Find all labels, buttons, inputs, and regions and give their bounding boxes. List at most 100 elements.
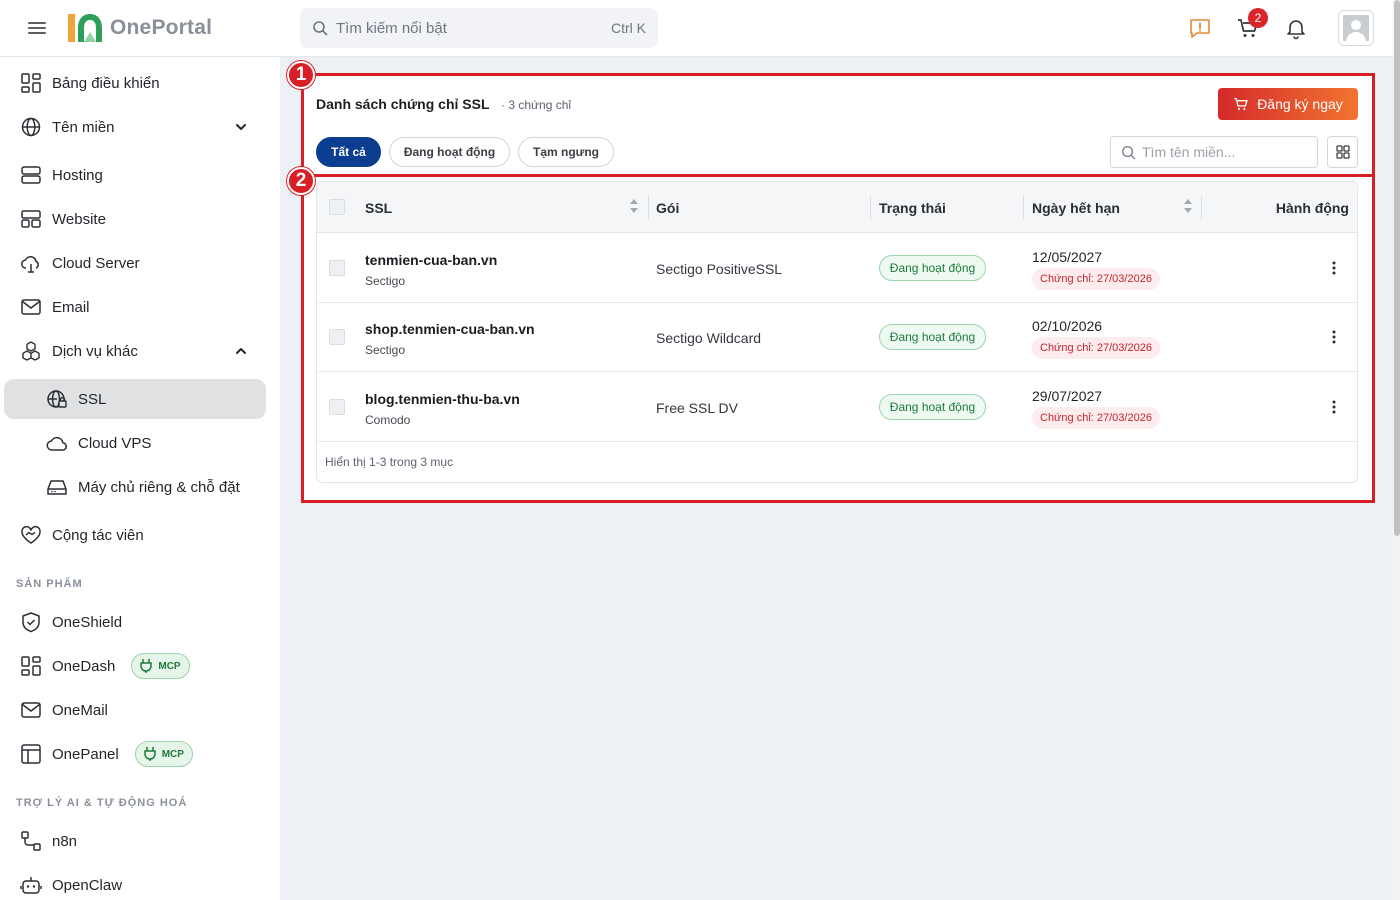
sidebar-item-oneshield[interactable]: OneShield: [4, 602, 266, 642]
column-header-ssl[interactable]: SSL: [365, 200, 392, 216]
bell-icon[interactable]: [1284, 16, 1308, 40]
website-icon: [21, 210, 41, 228]
more-actions-icon[interactable]: [1329, 260, 1339, 276]
ssl-plan: Sectigo Wildcard: [656, 330, 762, 346]
ssl-vendor: Comodo: [365, 413, 411, 427]
globe-icon: [21, 117, 41, 137]
grid-view-button[interactable]: [1327, 136, 1358, 168]
boxes-icon: [22, 341, 40, 361]
table-row[interactable]: blog.tenmien-thu-ba.vn Comodo Free SSL D…: [317, 372, 1357, 442]
menu-icon[interactable]: [26, 17, 48, 39]
sidebar-item-dashboard[interactable]: Bảng điều khiển: [4, 63, 266, 103]
products-section-heading: SẢN PHẨM: [16, 578, 83, 590]
mcp-badge-label: MCP: [158, 660, 181, 672]
ssl-domain[interactable]: shop.tenmien-cua-ban.vn: [365, 321, 535, 337]
status-badge: Đang hoạt động: [879, 324, 986, 350]
sort-icon[interactable]: [1183, 198, 1193, 214]
annotation-marker-2: 2: [287, 167, 315, 195]
column-header-expiry[interactable]: Ngày hết hạn: [1032, 200, 1120, 216]
sidebar-item-website[interactable]: Website: [4, 199, 266, 239]
page-scrollbar-thumb[interactable]: [1394, 0, 1400, 536]
sidebar-item-onemail[interactable]: OneMail: [4, 690, 266, 730]
more-actions-icon[interactable]: [1329, 329, 1339, 345]
ssl-domain[interactable]: blog.tenmien-thu-ba.vn: [365, 391, 520, 407]
logo-mark-icon: [68, 14, 102, 42]
ssl-vendor: Sectigo: [365, 343, 406, 357]
hard-drive-icon: [47, 480, 67, 495]
feedback-icon[interactable]: [1188, 16, 1212, 40]
sidebar: Bảng điều khiển Tên miền Hosting Website…: [0, 57, 280, 900]
sidebar-item-cloud-vps[interactable]: Cloud VPS: [4, 423, 266, 463]
global-search-input[interactable]: [336, 19, 611, 37]
dashboard-icon: [21, 656, 41, 676]
sidebar-item-label: Hosting: [52, 166, 103, 184]
avatar[interactable]: [1338, 10, 1374, 46]
sidebar-item-label: Website: [52, 210, 106, 228]
table-row[interactable]: shop.tenmien-cua-ban.vn Sectigo Sectigo …: [317, 302, 1357, 372]
column-divider: [648, 195, 649, 220]
app-name: OnePortal: [110, 16, 213, 39]
table-row[interactable]: tenmien-cua-ban.vn Sectigo Sectigo Posit…: [317, 233, 1357, 303]
sidebar-item-label: Tên miền: [52, 118, 115, 136]
sidebar-item-label: Email: [52, 298, 90, 316]
sort-icon[interactable]: [629, 198, 639, 214]
app-logo[interactable]: OnePortal: [64, 10, 212, 46]
sidebar-item-label: Máy chủ riêng & chỗ đặt: [78, 478, 240, 496]
select-all-checkbox[interactable]: [329, 199, 345, 215]
sidebar-item-collaborator[interactable]: Cộng tác viên: [4, 515, 266, 555]
sidebar-item-domains[interactable]: Tên miền: [4, 107, 266, 147]
certificate-count: · 3 chứng chỉ: [501, 98, 572, 112]
filter-suspended-tab[interactable]: Tạm ngưng: [518, 137, 614, 167]
sidebar-item-email[interactable]: Email: [4, 287, 266, 327]
register-now-button[interactable]: Đăng ký ngay: [1218, 88, 1358, 120]
status-badge: Đang hoạt động: [879, 255, 986, 281]
sidebar-item-label: Cloud VPS: [78, 434, 152, 452]
column-divider: [1201, 195, 1202, 220]
column-divider: [870, 195, 871, 220]
cart-count-badge: 2: [1248, 8, 1268, 28]
filter-active-tab[interactable]: Đang hoạt động: [389, 137, 510, 167]
sidebar-item-onedash[interactable]: OneDash MCP: [4, 646, 266, 686]
expiry-date: 02/10/2026: [1032, 318, 1103, 334]
column-divider: [1023, 195, 1024, 220]
sidebar-item-onepanel[interactable]: OnePanel MCP: [4, 734, 266, 774]
sidebar-item-openclaw[interactable]: OpenClaw: [4, 865, 266, 900]
sidebar-item-other-services[interactable]: Dịch vụ khác: [4, 331, 266, 371]
row-checkbox[interactable]: [329, 399, 345, 415]
certificate-date-tag: Chứng chỉ: 27/03/2026: [1032, 268, 1160, 290]
table-header: SSL Gói Trạng thái Ngày hết hạn Hành độn…: [317, 182, 1357, 233]
sidebar-item-dedicated-server[interactable]: Máy chủ riêng & chỗ đặt: [4, 467, 266, 507]
dashboard-icon: [21, 73, 41, 93]
column-header-status: Trạng thái: [879, 200, 946, 216]
search-icon: [313, 21, 328, 36]
sidebar-item-label: OnePanel: [52, 745, 119, 763]
filter-all-tab[interactable]: Tất cả: [316, 137, 381, 167]
sidebar-item-label: Cloud Server: [52, 254, 140, 272]
search-shortcut: Ctrl K: [611, 20, 646, 36]
row-checkbox[interactable]: [329, 260, 345, 276]
sidebar-item-ssl[interactable]: SSL: [4, 379, 266, 419]
mcp-badge: MCP: [131, 653, 190, 679]
more-actions-icon[interactable]: [1329, 399, 1339, 415]
shield-icon: [22, 612, 40, 633]
chevron-down-icon[interactable]: [234, 120, 248, 134]
sidebar-item-hosting[interactable]: Hosting: [4, 155, 266, 195]
workflow-icon: [21, 831, 41, 851]
global-search[interactable]: Ctrl K: [300, 8, 658, 48]
sidebar-item-cloud-server[interactable]: Cloud Server: [4, 243, 266, 283]
sidebar-item-n8n[interactable]: n8n: [4, 821, 266, 861]
grid-icon: [1335, 145, 1350, 159]
mail-icon: [21, 299, 41, 315]
certificate-date-tag: Chứng chỉ: 27/03/2026: [1032, 337, 1160, 359]
domain-search-input[interactable]: [1142, 144, 1302, 160]
row-checkbox[interactable]: [329, 329, 345, 345]
ssl-domain[interactable]: tenmien-cua-ban.vn: [365, 252, 497, 268]
search-icon: [1121, 145, 1136, 159]
column-header-action: Hành động: [1275, 200, 1349, 216]
sidebar-item-label: OneShield: [52, 613, 123, 631]
domain-search[interactable]: [1110, 136, 1318, 168]
mail-icon: [21, 702, 41, 718]
chevron-up-icon[interactable]: [234, 344, 248, 358]
ssl-table: SSL Gói Trạng thái Ngày hết hạn Hành độn…: [316, 181, 1358, 483]
mcp-badge-label: MCP: [161, 748, 184, 760]
